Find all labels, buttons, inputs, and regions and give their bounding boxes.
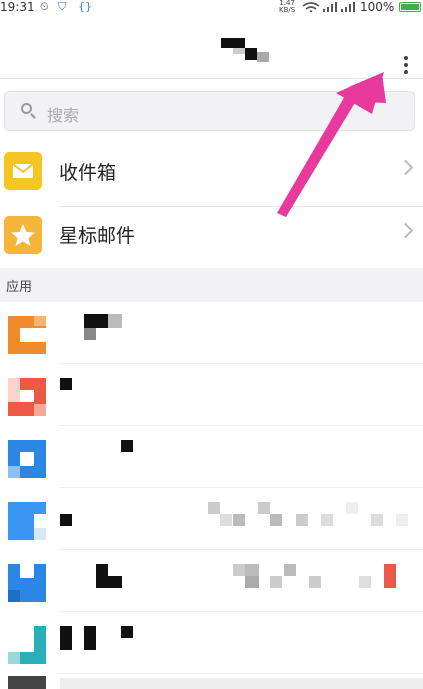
annotation-arrow bbox=[277, 72, 386, 217]
